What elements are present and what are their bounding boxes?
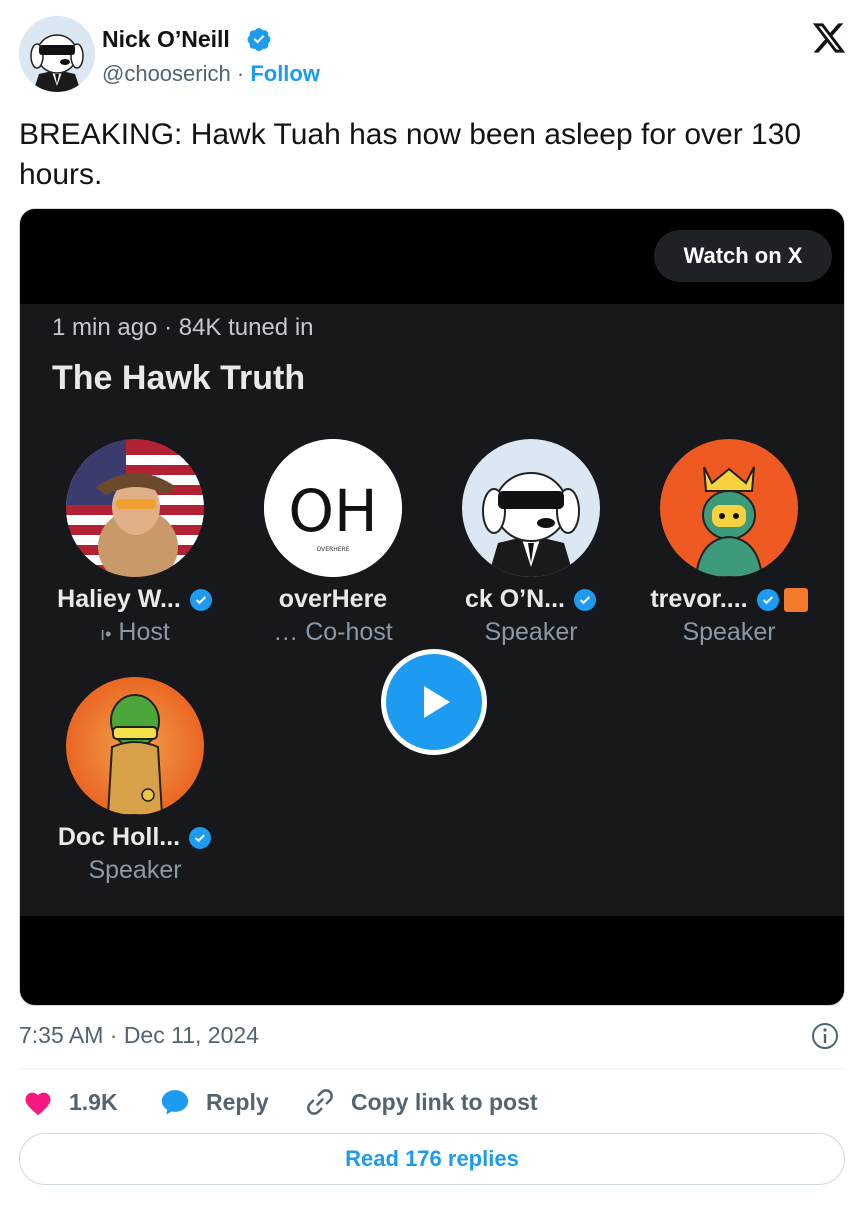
participant-avatar: [462, 439, 600, 577]
verified-icon: [189, 826, 212, 849]
divider: [19, 1068, 845, 1069]
reply-bubble-icon: [161, 1090, 189, 1115]
author-name[interactable]: Nick O’Neill: [102, 26, 230, 53]
author-avatar[interactable]: [19, 16, 95, 92]
participant-name-text: overHere: [278, 585, 388, 613]
heart-icon: [25, 1092, 51, 1116]
verified-icon: [189, 588, 212, 611]
participant-name-text: Haliey W...: [57, 585, 181, 613]
participant-trevor: trevor.... Speaker: [634, 439, 824, 647]
participant-role-text: Host: [118, 618, 170, 646]
participant-role-text: Co-host: [305, 618, 393, 646]
space-title: The Hawk Truth: [52, 359, 306, 397]
post-header: Nick O’Neill @chooserich · Follow: [19, 16, 849, 96]
author-handle[interactable]: @chooserich: [102, 61, 231, 86]
participant-name: Haliey W...: [40, 585, 230, 614]
participant-name: Doc Holl...: [40, 823, 230, 852]
verified-icon: [247, 28, 271, 51]
participant-avatar: OH OVERHERE: [264, 439, 402, 577]
participant-overhere: OH OVERHERE overHere … Co-host: [238, 439, 428, 647]
reply-label: Reply: [206, 1088, 269, 1115]
participant-role: Speaker: [40, 856, 230, 885]
participant-role: ı• Host: [40, 618, 230, 647]
like-count: 1.9K: [69, 1088, 118, 1115]
participant-name-text: Doc Holl...: [57, 823, 181, 851]
reply-button[interactable]: Reply: [160, 1082, 269, 1122]
like-button[interactable]: 1.9K: [23, 1082, 118, 1122]
info-icon[interactable]: [811, 1022, 839, 1050]
participant-role: … Co-host: [238, 618, 428, 647]
participant-name-text: ck O’N...: [464, 585, 566, 613]
play-button[interactable]: [381, 649, 487, 755]
watch-on-x-button[interactable]: Watch on X: [654, 230, 832, 282]
space-meta: 1 min ago · 84K tuned in: [52, 314, 314, 341]
space-card: 1 min ago · 84K tuned in The Hawk Truth: [20, 304, 844, 916]
participant-role: Speaker: [436, 618, 626, 647]
participant-role-text: Speaker: [484, 618, 578, 646]
read-replies-button[interactable]: Read 176 replies: [19, 1133, 845, 1185]
video-media[interactable]: Watch on X 1 min ago · 84K tuned in The …: [19, 208, 845, 1006]
copy-link-button[interactable]: Copy link to post: [305, 1082, 538, 1122]
participant-name-text: trevor....: [650, 585, 748, 613]
handle-row: @chooserich · Follow: [102, 61, 320, 87]
verified-icon: [756, 588, 779, 611]
verified-icon: [574, 588, 597, 611]
participant-role: Speaker: [634, 618, 824, 647]
participant-doc: Doc Holl... Speaker: [40, 677, 230, 885]
participant-nick: ck O’N... Speaker: [436, 439, 626, 647]
participant-avatar: [66, 677, 204, 815]
post-timestamp[interactable]: 7:35 AM · Dec 11, 2024: [19, 1022, 259, 1049]
participant-role-text: Speaker: [682, 618, 776, 646]
participant-name: overHere: [238, 585, 428, 614]
follow-button[interactable]: Follow: [250, 61, 320, 86]
overhere-logo-text: OH: [288, 477, 377, 545]
x-logo-icon[interactable]: [809, 20, 849, 56]
role-prefix: …: [273, 618, 299, 646]
participant-avatar: [660, 439, 798, 577]
participant-avatar: [66, 439, 204, 577]
participant-name: trevor....: [634, 585, 824, 614]
participant-role-text: Speaker: [88, 856, 182, 884]
participant-haliey: Haliey W... ı• Host: [40, 439, 230, 647]
copy-link-label: Copy link to post: [351, 1088, 538, 1115]
separator: ·: [236, 61, 245, 86]
action-bar: 1.9K Reply Copy link to post: [19, 1082, 845, 1122]
participant-name: ck O’N...: [436, 585, 626, 614]
play-icon: [424, 686, 450, 718]
overhere-logo-subtext: OVERHERE: [317, 546, 350, 553]
speaking-indicator-icon: ı•: [100, 624, 112, 644]
link-icon: [307, 1089, 333, 1115]
affiliate-badge-icon: [783, 587, 808, 612]
post-text: BREAKING: Hawk Tuah has now been asleep …: [19, 118, 802, 191]
